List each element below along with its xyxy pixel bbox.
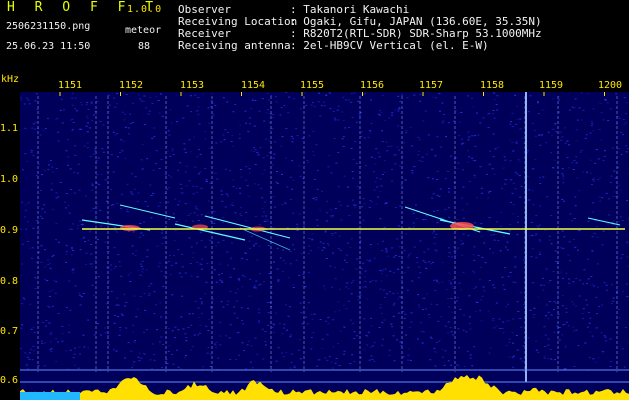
- hroffft-window: H R O F F T 1.0.0 2506231150.png meteor …: [0, 0, 629, 400]
- spectrogram-background: [20, 92, 629, 400]
- spectrogram: [20, 92, 629, 400]
- level-left-segment: [20, 392, 80, 400]
